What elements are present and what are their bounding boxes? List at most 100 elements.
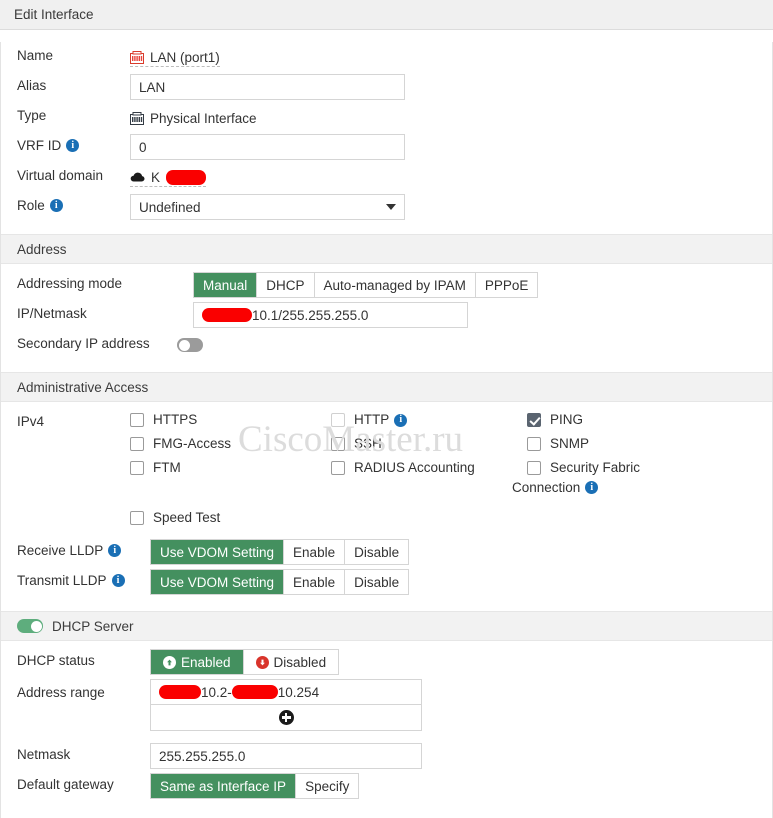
row-dhcp-status: DHCP status Enabled Disabled: [1, 647, 772, 677]
row-netmask: Netmask 255.255.255.0: [1, 741, 772, 771]
dhcp-server-section-header: DHCP Server: [1, 611, 772, 641]
dhcp-server-toggle[interactable]: [17, 619, 43, 633]
checkbox-label-ftm: FTM: [153, 460, 181, 475]
admin-access-column-2: HTTP i SSH RADIUS Accounting: [331, 411, 527, 495]
info-icon[interactable]: i: [49, 199, 63, 212]
checkbox-speed-test[interactable]: [130, 511, 144, 525]
default-gateway-option-specify[interactable]: Specify: [296, 774, 359, 798]
addressing-mode-option-manual[interactable]: Manual: [194, 273, 258, 297]
checkbox-label-http: HTTP i: [354, 411, 408, 428]
addressing-mode-group[interactable]: Manual DHCP Auto-managed by IPAM PPPoE: [193, 272, 539, 298]
redaction-bar: [231, 685, 278, 699]
dhcp-status-group[interactable]: Enabled Disabled: [150, 649, 340, 675]
checkbox-label-snmp: SNMP: [550, 436, 590, 451]
dhcp-status-enabled-label: Enabled: [181, 654, 231, 670]
dhcp-status-disabled-label: Disabled: [273, 654, 327, 670]
ip-netmask-input[interactable]: 10.1/255.255.255.0: [193, 302, 468, 328]
row-receive-lldp: Receive LLDP i Use VDOM Setting Enable D…: [1, 537, 772, 567]
alias-input[interactable]: LAN: [130, 74, 405, 100]
info-icon[interactable]: i: [394, 413, 408, 427]
transmit-lldp-option-disable[interactable]: Disable: [345, 570, 409, 594]
address-section-header: Address: [1, 234, 772, 264]
transmit-lldp-option-enable[interactable]: Enable: [284, 570, 346, 594]
vrf-id-input[interactable]: 0: [130, 134, 405, 160]
network-port-icon: [130, 111, 144, 125]
checkbox-label-security-fabric-wrap: Connection i: [512, 480, 687, 495]
checkbox-label-connection-text: Connection: [512, 480, 581, 495]
secondary-ip-toggle[interactable]: [177, 338, 203, 352]
netmask-label: Netmask: [17, 747, 71, 762]
row-alias: Alias LAN: [1, 72, 772, 102]
checkbox-label-security-fabric: Security Fabric: [550, 460, 641, 475]
transmit-lldp-group[interactable]: Use VDOM Setting Enable Disable: [150, 569, 410, 595]
addressing-mode-option-ipam[interactable]: Auto-managed by IPAM: [314, 273, 476, 297]
default-gateway-option-same-as-interface-ip[interactable]: Same as Interface IP: [151, 774, 297, 798]
checkbox-radius-accounting[interactable]: [331, 461, 345, 475]
secondary-ip-label: Secondary IP address: [17, 336, 150, 351]
checkbox-item-radius-accounting[interactable]: RADIUS Accounting: [331, 459, 527, 483]
row-role: Role i Undefined: [1, 192, 772, 222]
arrow-down-circle-icon: [255, 655, 269, 669]
checkbox-ping[interactable]: [527, 413, 541, 427]
address-range-label: Address range: [17, 685, 105, 700]
type-value-group: Physical Interface: [130, 109, 257, 126]
address-section: Addressing mode Manual DHCP Auto-managed…: [1, 270, 772, 360]
checkbox-fmg-access[interactable]: [130, 437, 144, 451]
checkbox-snmp[interactable]: [527, 437, 541, 451]
info-icon[interactable]: i: [585, 481, 599, 494]
info-icon[interactable]: i: [111, 574, 125, 587]
receive-lldp-option-disable[interactable]: Disable: [345, 540, 409, 564]
receive-lldp-group[interactable]: Use VDOM Setting Enable Disable: [150, 539, 410, 565]
add-address-range-button[interactable]: [150, 705, 422, 731]
checkbox-item-snmp[interactable]: SNMP: [527, 435, 687, 459]
checkbox-label-ping: PING: [550, 412, 584, 427]
receive-lldp-option-vdom[interactable]: Use VDOM Setting: [151, 540, 285, 564]
receive-lldp-option-enable[interactable]: Enable: [284, 540, 346, 564]
row-transmit-lldp: Transmit LLDP i Use VDOM Setting Enable …: [1, 567, 772, 597]
transmit-lldp-label: Transmit LLDP i: [17, 569, 150, 588]
role-select[interactable]: Undefined: [130, 194, 405, 220]
transmit-lldp-label-text: Transmit LLDP: [17, 573, 107, 588]
row-secondary-ip: Secondary IP address: [1, 330, 772, 360]
checkbox-item-http[interactable]: HTTP i: [331, 411, 527, 435]
admin-access-checkbox-grid: HTTPS FMG-Access FTM HTTP i SSH RADIUS A…: [1, 402, 772, 495]
checkbox-ssh[interactable]: [331, 437, 345, 451]
checkbox-label-speed-test: Speed Test: [153, 510, 221, 525]
checkbox-item-https[interactable]: HTTPS: [130, 411, 331, 435]
info-icon[interactable]: i: [108, 544, 122, 557]
window-title: Edit Interface: [14, 7, 94, 22]
row-virtual-domain: Virtual domain K: [1, 162, 772, 192]
checkbox-item-fmg-access[interactable]: FMG-Access: [130, 435, 331, 459]
checkbox-item-ftm[interactable]: FTM: [130, 459, 331, 483]
checkbox-http[interactable]: [331, 413, 345, 427]
checkbox-label-ssh: SSH: [354, 436, 382, 451]
ip-netmask-value: 10.1/255.255.255.0: [252, 307, 369, 323]
row-addressing-mode: Addressing mode Manual DHCP Auto-managed…: [1, 270, 772, 300]
transmit-lldp-option-vdom[interactable]: Use VDOM Setting: [151, 570, 285, 594]
receive-lldp-label: Receive LLDP i: [17, 539, 150, 558]
checkbox-item-ping[interactable]: PING: [527, 411, 687, 435]
chevron-down-icon: [386, 204, 396, 210]
dhcp-status-option-enabled[interactable]: Enabled: [151, 650, 244, 674]
checkbox-item-speed-test[interactable]: Speed Test: [130, 509, 331, 533]
address-range-input[interactable]: 10.2- 10.254: [150, 679, 422, 705]
receive-lldp-label-text: Receive LLDP: [17, 543, 104, 558]
role-label: Role i: [17, 194, 130, 213]
checkbox-item-ssh[interactable]: SSH: [331, 435, 527, 459]
checkbox-https[interactable]: [130, 413, 144, 427]
address-section-title: Address: [17, 241, 67, 257]
addressing-mode-option-dhcp[interactable]: DHCP: [257, 273, 315, 297]
checkbox-ftm[interactable]: [130, 461, 144, 475]
addressing-mode-option-pppoe[interactable]: PPPoE: [475, 273, 538, 297]
checkbox-security-fabric-connection[interactable]: [527, 461, 541, 475]
virtual-domain-value: K: [151, 169, 161, 185]
netmask-input[interactable]: 255.255.255.0: [150, 743, 422, 769]
default-gateway-label: Default gateway: [17, 777, 114, 792]
dhcp-status-option-disabled[interactable]: Disabled: [243, 650, 339, 674]
info-icon[interactable]: i: [66, 139, 80, 152]
admin-access-section-title: Administrative Access: [17, 379, 149, 395]
speed-test-row: Speed Test: [1, 495, 772, 533]
arrow-up-circle-icon: [163, 655, 176, 669]
default-gateway-group[interactable]: Same as Interface IP Specify: [150, 773, 360, 799]
type-label: Type: [17, 108, 47, 123]
